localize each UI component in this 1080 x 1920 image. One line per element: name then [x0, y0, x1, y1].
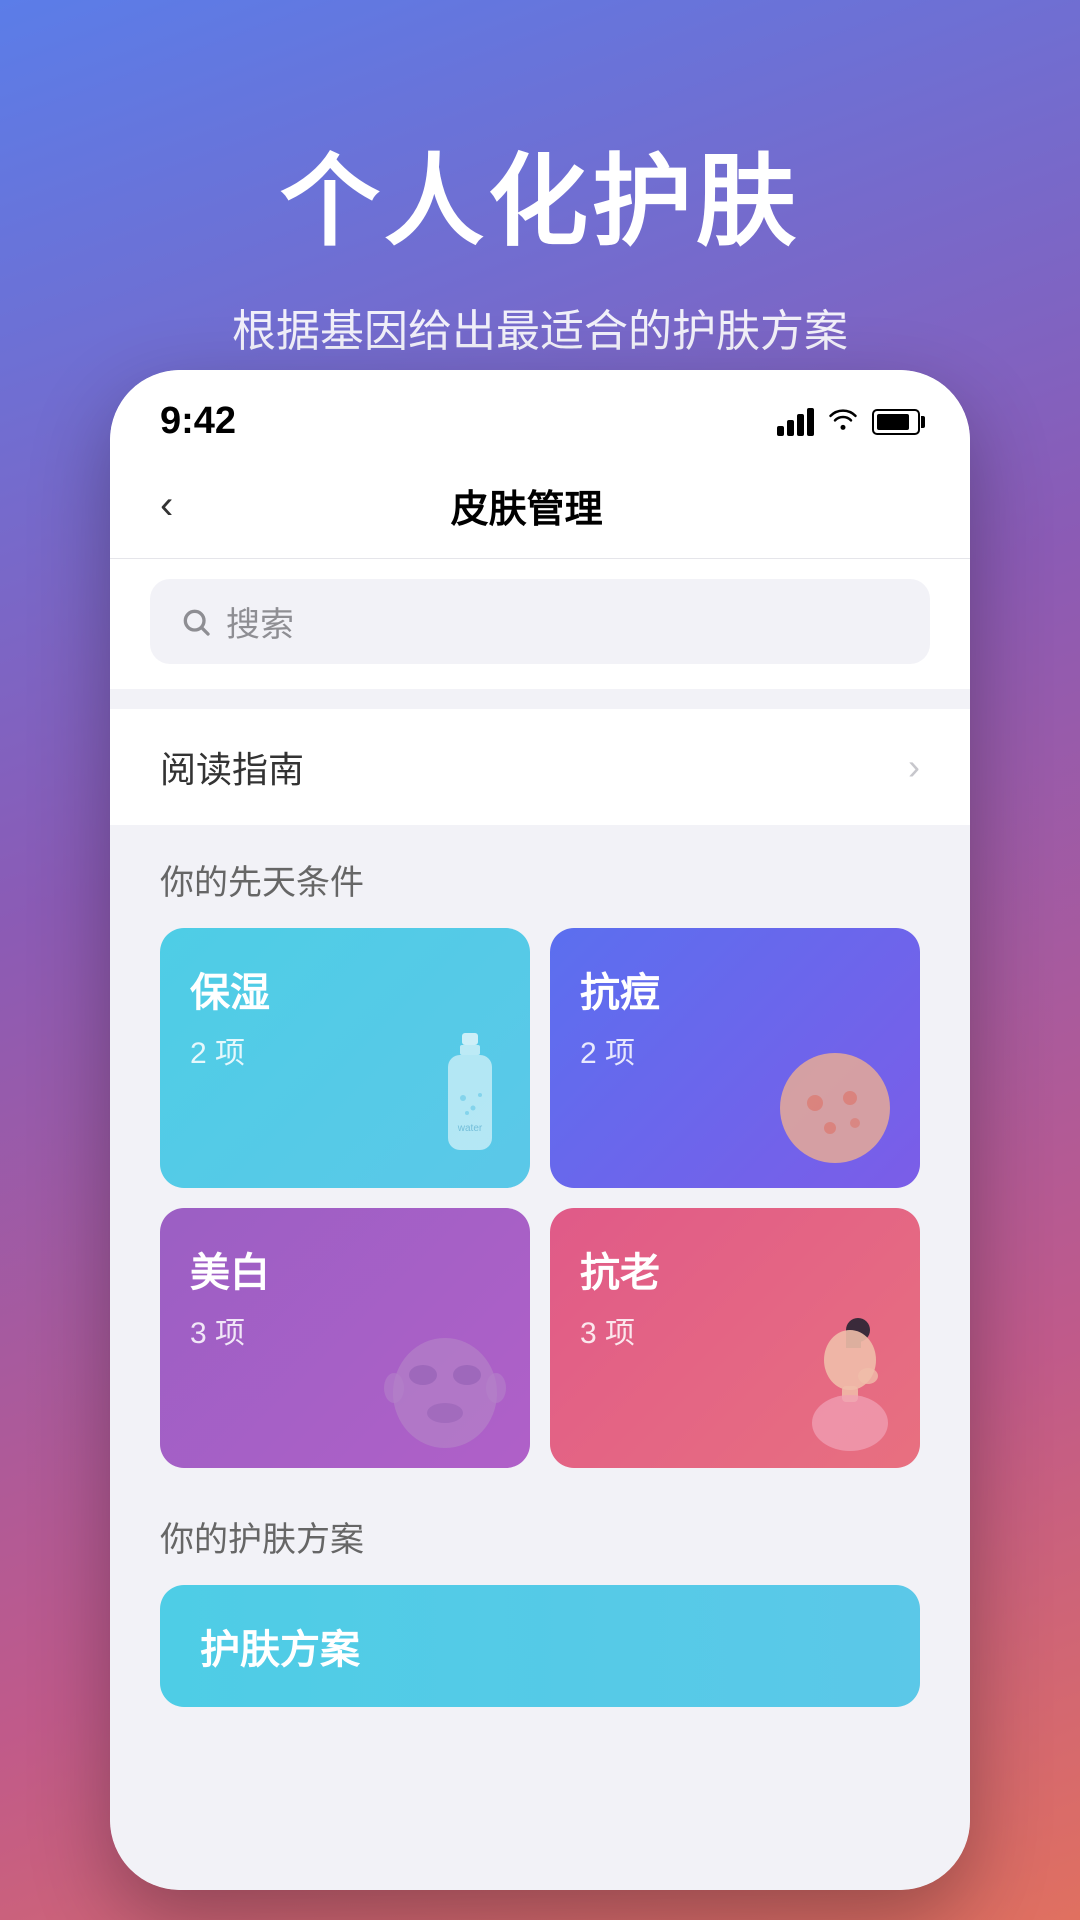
- search-icon: [180, 606, 212, 638]
- search-placeholder: 搜索: [226, 597, 294, 646]
- skincare-card-label: 护肤方案: [200, 1617, 360, 1675]
- guide-row[interactable]: 阅读指南 ›: [110, 709, 970, 825]
- card-acne[interactable]: 抗痘 2 项: [550, 928, 920, 1188]
- conditions-title: 你的先天条件: [160, 855, 920, 904]
- battery-icon: [872, 409, 920, 435]
- status-icons: [777, 405, 920, 438]
- hero-subtitle: 根据基因给出最适合的护肤方案: [60, 295, 1020, 359]
- content-area: 阅读指南 › 你的先天条件 保湿 2 项: [110, 689, 970, 1890]
- chevron-right-icon: ›: [908, 746, 920, 788]
- conditions-section: 你的先天条件 保湿 2 项: [110, 825, 970, 1468]
- nav-title: 皮肤管理: [183, 478, 870, 533]
- card-whitening[interactable]: 美白 3 项: [160, 1208, 530, 1468]
- hero-section: 个人化护肤 根据基因给出最适合的护肤方案: [0, 0, 1080, 419]
- phone-inner: 9:42: [110, 370, 970, 1890]
- card-moisturize[interactable]: 保湿 2 项: [160, 928, 530, 1188]
- search-container: 搜索: [110, 559, 970, 689]
- card-grid: 保湿 2 项: [160, 928, 920, 1468]
- skincare-section-title: 你的护肤方案: [160, 1512, 920, 1561]
- hero-title: 个人化护肤: [60, 120, 1020, 265]
- card-whitening-title: 美白: [190, 1240, 500, 1298]
- back-button[interactable]: ‹: [150, 473, 183, 538]
- card-antiaging-title: 抗老: [580, 1240, 890, 1298]
- skincare-section: 你的护肤方案 护肤方案: [110, 1492, 970, 1707]
- svg-text:water: water: [457, 1123, 483, 1134]
- card-acne-title: 抗痘: [580, 960, 890, 1018]
- status-time: 9:42: [160, 400, 236, 443]
- status-bar: 9:42: [110, 370, 970, 453]
- skincare-card[interactable]: 护肤方案: [160, 1585, 920, 1707]
- card-moisturize-title: 保湿: [190, 960, 500, 1018]
- search-bar[interactable]: 搜索: [150, 579, 930, 664]
- phone-mockup: 9:42: [110, 370, 970, 1890]
- signal-icon: [777, 408, 814, 436]
- guide-label: 阅读指南: [160, 741, 304, 793]
- card-antiaging[interactable]: 抗老 3 项: [550, 1208, 920, 1468]
- card-moisturize-count: 2 项: [190, 1028, 500, 1072]
- card-whitening-count: 3 项: [190, 1308, 500, 1352]
- wifi-icon: [828, 405, 858, 438]
- card-acne-count: 2 项: [580, 1028, 890, 1072]
- card-antiaging-count: 3 项: [580, 1308, 890, 1352]
- nav-bar: ‹ 皮肤管理: [110, 453, 970, 559]
